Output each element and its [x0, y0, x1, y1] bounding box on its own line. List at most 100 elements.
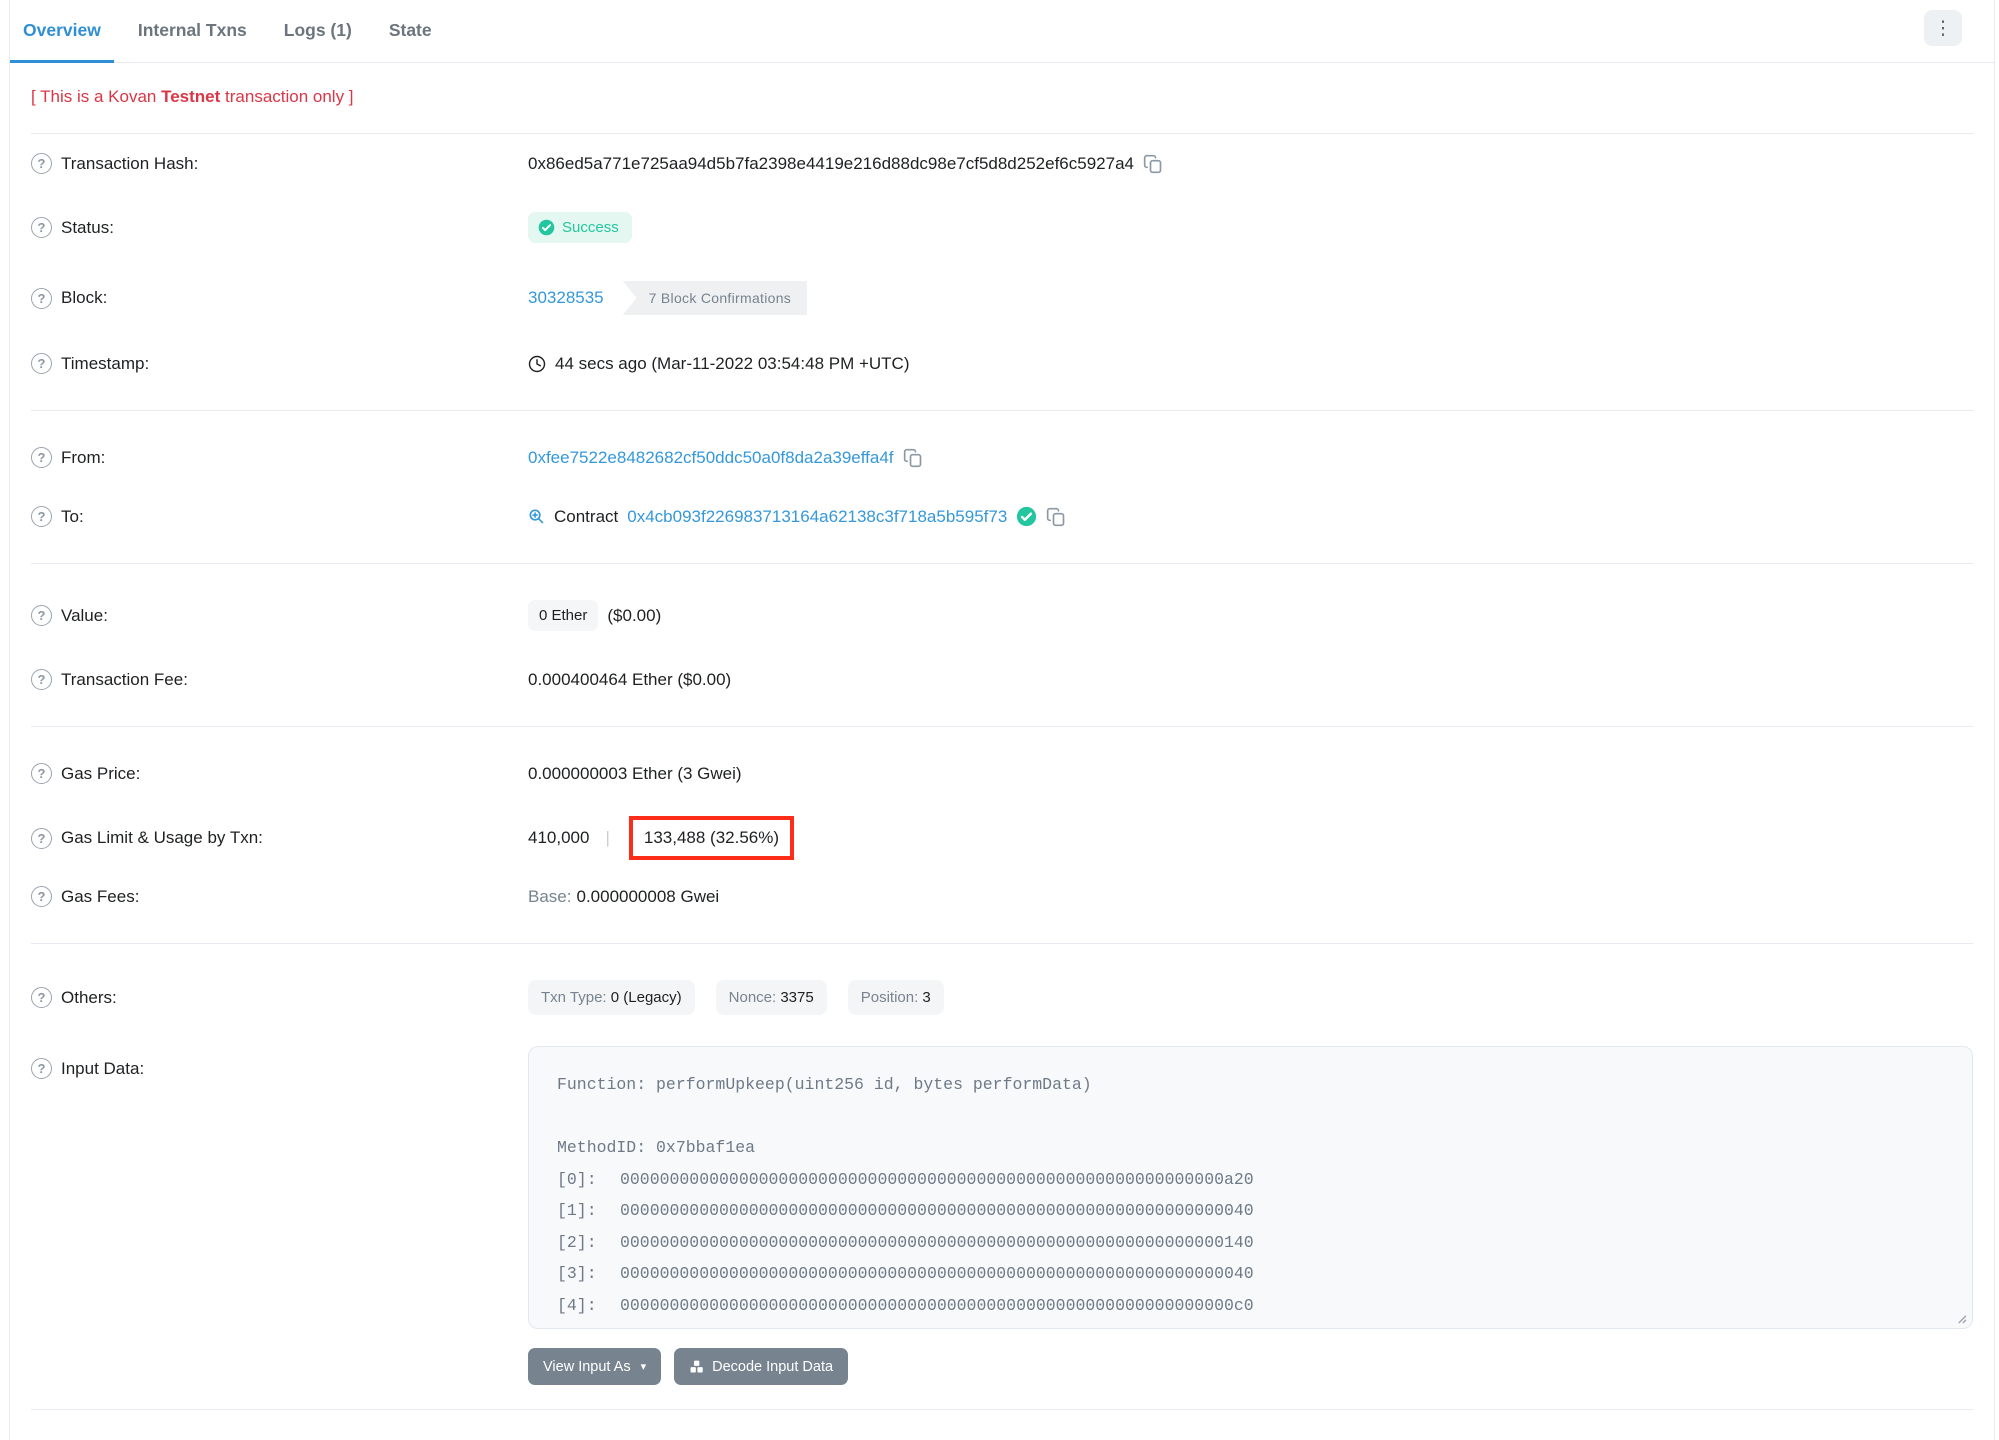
- check-circle-icon: [538, 219, 555, 236]
- row-label: Transaction Fee:: [61, 669, 188, 689]
- row-gas-price: ? Gas Price: 0.000000003 Ether (3 Gwei): [31, 744, 1973, 803]
- input-blank-line: [557, 1101, 1944, 1133]
- zoom-in-icon: [529, 509, 544, 524]
- input-data-actions: View Input As ▾ Decode Input Data: [528, 1348, 1973, 1385]
- help-icon[interactable]: ?: [31, 669, 52, 690]
- help-icon[interactable]: ?: [31, 605, 52, 626]
- gas-fees-base-label: Base:: [528, 886, 572, 906]
- input-word-row: [5]:000000000000000000000000000000000000…: [557, 1321, 1944, 1328]
- divider: [31, 410, 1973, 411]
- row-value: ? Value: 0 Ether ($0.00): [31, 581, 1973, 650]
- copy-from-address-button[interactable]: [903, 448, 923, 468]
- kebab-icon: ⋮: [1933, 17, 1953, 39]
- cubes-icon: [690, 1360, 703, 1373]
- value-usd: ($0.00): [607, 605, 662, 625]
- gas-fees-base-value: 0.000000008 Gwei: [576, 886, 720, 906]
- testnet-warning: [ This is a Kovan Testnet transaction on…: [31, 87, 354, 106]
- tab-internal-txns[interactable]: Internal Txns: [125, 0, 260, 63]
- input-data-textarea[interactable]: Function: performUpkeep(uint256 id, byte…: [528, 1046, 1973, 1329]
- row-status: ? Status: Success: [31, 193, 1973, 262]
- to-type-label: Contract: [554, 506, 619, 526]
- input-word-row: [3]: 000000000000000000000000000000000000…: [557, 1264, 1254, 1283]
- help-icon[interactable]: ?: [31, 217, 52, 238]
- transaction-hash-value: 0x86ed5a771e725aa94d5b7fa2398e4419e216d8…: [528, 153, 1134, 173]
- row-label: Input Data:: [61, 1058, 145, 1078]
- input-word-row: [1]: 000000000000000000000000000000000000…: [557, 1201, 1254, 1220]
- row-label: Block:: [61, 288, 108, 307]
- help-icon[interactable]: ?: [31, 987, 52, 1008]
- copy-icon: [903, 448, 921, 467]
- resize-handle[interactable]: [1954, 1311, 1967, 1324]
- row-label: Transaction Hash:: [61, 153, 199, 173]
- row-others: ? Others: Txn Type: 0 (Legacy) Nonce: 33…: [31, 961, 1973, 1034]
- divider: [31, 563, 1973, 564]
- gas-usage-highlight: 133,488 (32.56%): [628, 816, 795, 860]
- tab-bar: Overview Internal Txns Logs (1) State ⋮: [10, 0, 1994, 63]
- tab-state[interactable]: State: [376, 0, 445, 63]
- row-label: Timestamp:: [61, 353, 150, 373]
- nonce-badge: Nonce: 3375: [715, 980, 827, 1015]
- row-to: ? To: Contract 0x4cb093f226983713164a621…: [31, 487, 1973, 546]
- row-transaction-fee: ? Transaction Fee: 0.000400464 Ether ($0…: [31, 650, 1973, 709]
- copy-to-address-button[interactable]: [1046, 507, 1066, 527]
- input-methodid-line: MethodID: 0x7bbaf1ea: [557, 1138, 756, 1157]
- help-icon[interactable]: ?: [31, 153, 52, 174]
- row-label: From:: [61, 447, 106, 467]
- help-icon[interactable]: ?: [31, 353, 52, 374]
- value-amount-badge: 0 Ether: [528, 600, 599, 631]
- timestamp-value: 44 secs ago (Mar-11-2022 03:54:48 PM +UT…: [555, 353, 910, 373]
- row-from: ? From: 0xfee7522e8482682cf50ddc50a0f8da…: [31, 428, 1973, 487]
- row-gas-limit-usage: ? Gas Limit & Usage by Txn: 410,000 | 13…: [31, 803, 1973, 873]
- row-timestamp: ? Timestamp: 44 secs ago (Mar-11-2022 03…: [31, 334, 1973, 393]
- row-transaction-hash: ? Transaction Hash: 0x86ed5a771e725aa94d…: [31, 134, 1973, 193]
- row-label: Status:: [61, 217, 114, 237]
- row-label: Gas Limit & Usage by Txn:: [61, 828, 263, 847]
- tab-overview[interactable]: Overview: [10, 0, 114, 63]
- help-icon[interactable]: ?: [31, 506, 52, 527]
- txn-type-badge: Txn Type: 0 (Legacy): [528, 980, 695, 1015]
- view-input-as-button[interactable]: View Input As ▾: [528, 1348, 662, 1385]
- block-confirmations-badge: 7 Block Confirmations: [622, 281, 808, 315]
- row-label: Value:: [61, 605, 108, 625]
- copy-icon: [1047, 507, 1065, 526]
- gas-price-value: 0.000000003 Ether (3 Gwei): [528, 763, 742, 783]
- help-icon[interactable]: ?: [31, 1058, 52, 1079]
- row-input-data: ? Input Data: Function: performUpkeep(ui…: [31, 1034, 1973, 1385]
- status-badge: Success: [528, 212, 632, 243]
- divider: [31, 726, 1973, 727]
- input-word-row: [0]: 000000000000000000000000000000000000…: [557, 1169, 1254, 1189]
- row-label: Others:: [61, 987, 117, 1007]
- gas-usage-value: 133,488 (32.56%): [643, 828, 780, 847]
- help-icon[interactable]: ?: [31, 763, 52, 784]
- separator: |: [605, 828, 610, 847]
- position-badge: Position: 3: [847, 980, 944, 1015]
- help-icon[interactable]: ?: [31, 827, 52, 849]
- row-gas-fees: ? Gas Fees: Base: 0.000000008 Gwei: [31, 873, 1973, 926]
- to-address-link[interactable]: 0x4cb093f226983713164a62138c3f718a5b595f…: [627, 507, 1007, 527]
- copy-txhash-button[interactable]: [1143, 154, 1163, 174]
- block-number-link[interactable]: 30328535: [528, 288, 604, 308]
- row-label: To:: [61, 506, 84, 526]
- copy-icon: [1143, 154, 1162, 173]
- decode-input-data-button[interactable]: Decode Input Data: [674, 1348, 849, 1385]
- more-options-button[interactable]: ⋮: [1924, 10, 1962, 46]
- clock-icon: [528, 355, 546, 372]
- row-label: Gas Price:: [61, 763, 141, 783]
- input-function-line: Function: performUpkeep(uint256 id, byte…: [557, 1075, 1092, 1094]
- divider: [31, 943, 1973, 944]
- tab-logs[interactable]: Logs (1): [271, 0, 365, 63]
- row-block: ? Block: 30328535 7 Block Confirmations: [31, 262, 1973, 334]
- help-icon[interactable]: ?: [31, 287, 52, 309]
- from-address-link[interactable]: 0xfee7522e8482682cf50ddc50a0f8da2a39effa…: [528, 448, 894, 468]
- input-word-row: [4]: 000000000000000000000000000000000000…: [557, 1295, 1254, 1315]
- help-icon[interactable]: ?: [31, 886, 52, 907]
- verified-check-icon: [1017, 506, 1037, 527]
- gas-limit-value: 410,000: [528, 828, 590, 847]
- transaction-fee-value: 0.000400464 Ether ($0.00): [528, 669, 732, 689]
- chevron-down-icon: ▾: [640, 1361, 647, 1373]
- help-icon[interactable]: ?: [31, 447, 52, 468]
- input-word-row: [2]: 000000000000000000000000000000000000…: [557, 1232, 1254, 1252]
- divider: [31, 1409, 1973, 1410]
- row-label: Gas Fees:: [61, 886, 140, 906]
- transaction-detail-card: Overview Internal Txns Logs (1) State ⋮ …: [9, 0, 1995, 1440]
